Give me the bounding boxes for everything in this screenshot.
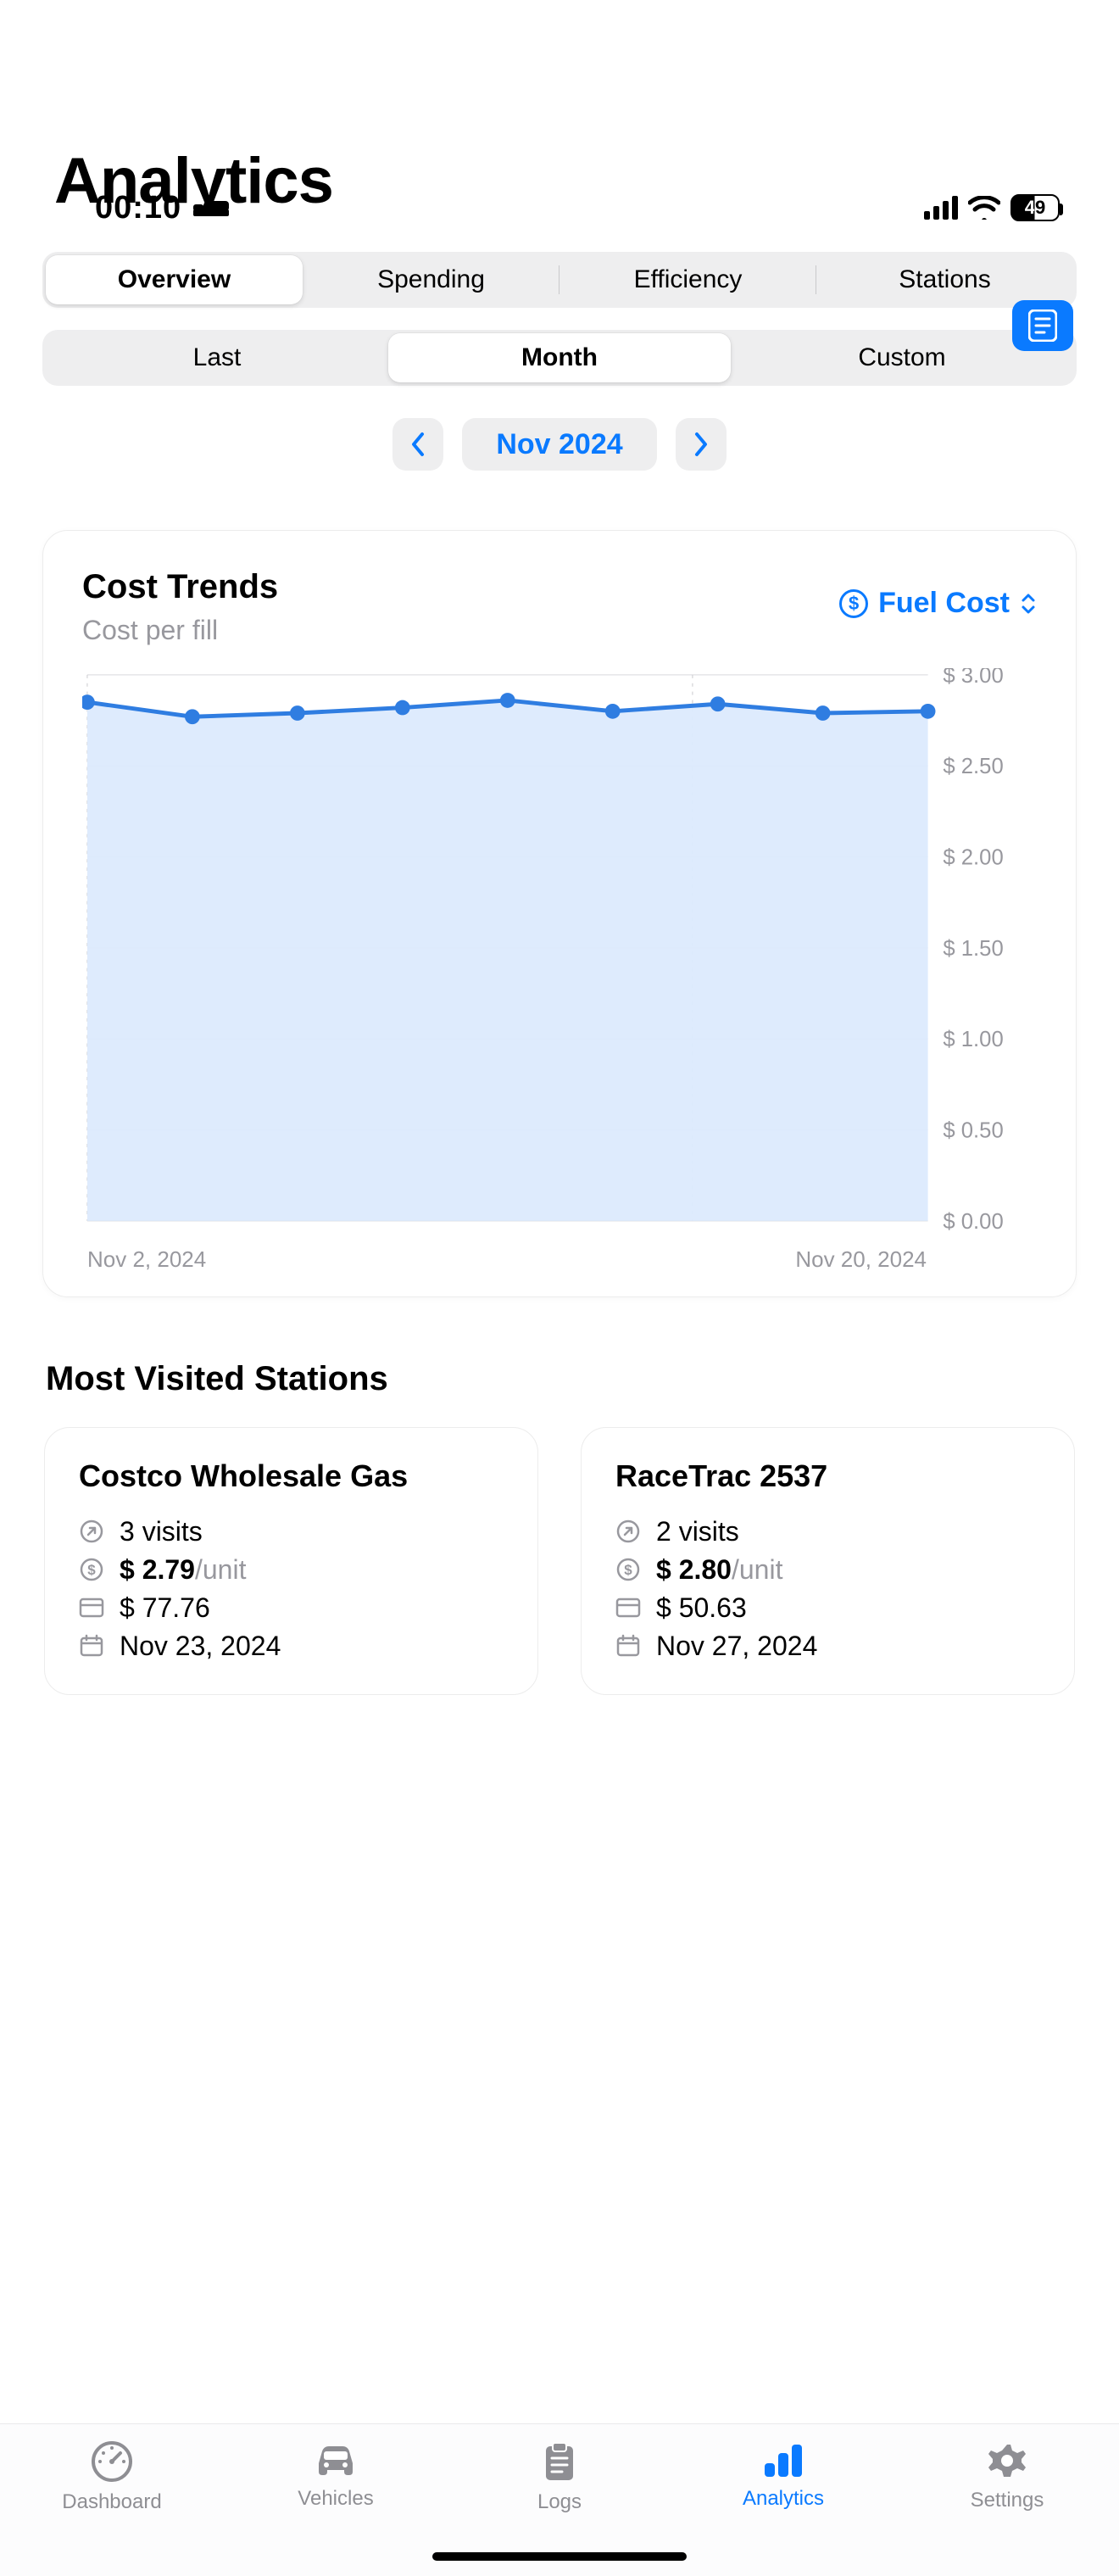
dollar-circle-icon: $ [839, 589, 868, 618]
wifi-icon [968, 196, 1000, 220]
station-unit-price: $ $ 2.80/unit [615, 1554, 1040, 1586]
chevron-right-icon [693, 432, 709, 457]
tab-analytics[interactable]: Analytics [671, 2439, 895, 2511]
station-price-value: $ 2.79 [120, 1554, 195, 1585]
bed-icon [193, 196, 229, 220]
tab-settings[interactable]: Settings [895, 2439, 1119, 2512]
cellular-icon [924, 196, 958, 220]
tab-efficiency[interactable]: Efficiency [560, 255, 816, 304]
cost-trends-subtitle: Cost per fill [82, 615, 278, 646]
station-date-value: Nov 27, 2024 [656, 1631, 817, 1662]
most-visited-title: Most Visited Stations [46, 1360, 1073, 1398]
dollar-circle-icon: $ [615, 1557, 641, 1582]
station-price-unit: /unit [195, 1554, 246, 1585]
tab-efficiency-label: Efficiency [634, 265, 743, 294]
status-right: 49 [924, 194, 1060, 221]
calendar-icon [79, 1634, 104, 1658]
gauge-icon [90, 2439, 134, 2484]
range-segmented-control[interactable]: Last Month Custom [42, 330, 1077, 386]
station-date: Nov 27, 2024 [615, 1631, 1040, 1662]
tab-label: Analytics [743, 2487, 824, 2511]
status-bar: 00:10 49 [0, 144, 1119, 271]
dollar-circle-icon: $ [79, 1557, 104, 1582]
station-total-value: $ 77.76 [120, 1592, 210, 1624]
svg-text:$ 1.50: $ 1.50 [943, 937, 1003, 961]
station-visits: 3 visits [79, 1516, 504, 1547]
tab-stations-label: Stations [899, 265, 990, 294]
station-price-value: $ 2.80 [656, 1554, 732, 1585]
period-next-button[interactable] [676, 418, 727, 471]
station-name: RaceTrac 2537 [615, 1458, 1040, 1494]
station-price-unit: /unit [732, 1554, 782, 1585]
svg-text:$ 2.00: $ 2.00 [943, 845, 1003, 869]
card-icon [615, 1597, 641, 1618]
period-prev-button[interactable] [392, 418, 443, 471]
svg-text:$ 0.50: $ 0.50 [943, 1118, 1003, 1142]
battery-icon: 49 [1010, 194, 1060, 221]
station-cards-row: Costco Wholesale Gas 3 visits $ $ 2.79/u… [0, 1427, 1119, 1695]
metric-selector[interactable]: $ Fuel Cost [839, 587, 1037, 620]
range-last-label: Last [193, 343, 242, 372]
tab-dashboard[interactable]: Dashboard [0, 2439, 224, 2514]
station-total: $ 50.63 [615, 1592, 1040, 1624]
calendar-icon [615, 1634, 641, 1658]
cost-trends-chart: $ 3.00 $ 2.50 $ 2.00 $ 1.50 $ 1.00 $ 0.50 $ 0.… [82, 668, 1037, 1273]
tab-vehicles[interactable]: Vehicles [224, 2439, 448, 2511]
home-indicator [432, 2552, 687, 2561]
x-axis-labels: Nov 2, 2024 Nov 20, 2024 [82, 1238, 1037, 1273]
station-unit-price: $ $ 2.79/unit [79, 1554, 504, 1586]
station-card[interactable]: Costco Wholesale Gas 3 visits $ $ 2.79/u… [44, 1427, 538, 1695]
station-visits: 2 visits [615, 1516, 1040, 1547]
range-month[interactable]: Month [388, 333, 731, 382]
station-total-value: $ 50.63 [656, 1592, 747, 1624]
updown-icon [1020, 593, 1037, 615]
arrow-circle-icon [79, 1519, 104, 1544]
battery-level: 49 [1012, 197, 1058, 219]
metric-label: Fuel Cost [878, 587, 1010, 620]
car-icon [312, 2439, 359, 2480]
svg-text:$: $ [624, 1562, 632, 1578]
arrow-circle-icon [615, 1519, 641, 1544]
range-last[interactable]: Last [46, 333, 388, 382]
station-card[interactable]: RaceTrac 2537 2 visits $ $ 2.80/unit $ 5… [581, 1427, 1075, 1695]
svg-text:$: $ [87, 1562, 96, 1578]
svg-text:$ 1.00: $ 1.00 [943, 1028, 1003, 1051]
svg-text:$ 2.50: $ 2.50 [943, 755, 1003, 778]
tab-logs[interactable]: Logs [448, 2439, 671, 2514]
clipboard-icon [541, 2439, 578, 2484]
gear-icon [986, 2439, 1028, 2482]
x-label-start: Nov 2, 2024 [87, 1246, 206, 1273]
period-picker: Nov 2024 [42, 418, 1077, 471]
station-total: $ 77.76 [79, 1592, 504, 1624]
tab-spending-label: Spending [377, 265, 485, 294]
station-date: Nov 23, 2024 [79, 1631, 504, 1662]
tab-spending[interactable]: Spending [303, 255, 560, 304]
station-visits-value: 3 visits [120, 1516, 203, 1547]
station-date-value: Nov 23, 2024 [120, 1631, 281, 1662]
cost-trends-title: Cost Trends [82, 568, 278, 606]
x-label-end: Nov 20, 2024 [795, 1246, 927, 1273]
station-name: Costco Wholesale Gas [79, 1458, 504, 1494]
tab-label: Logs [537, 2490, 582, 2514]
tab-overview[interactable]: Overview [46, 255, 303, 304]
tab-stations[interactable]: Stations [816, 255, 1073, 304]
status-time: 00:10 [95, 190, 181, 226]
tab-label: Vehicles [298, 2487, 373, 2511]
card-icon [79, 1597, 104, 1618]
period-label: Nov 2024 [496, 428, 622, 461]
status-left: 00:10 [95, 190, 229, 226]
period-label-button[interactable]: Nov 2024 [462, 418, 656, 471]
cost-trends-card: Cost Trends Cost per fill $ Fuel Cost $ … [42, 530, 1077, 1297]
station-visits-value: 2 visits [656, 1516, 739, 1547]
range-month-label: Month [521, 343, 598, 372]
chevron-left-icon [410, 432, 426, 457]
tab-overview-label: Overview [118, 265, 231, 294]
bars-icon [761, 2439, 805, 2480]
svg-text:$ 0.00: $ 0.00 [943, 1210, 1003, 1234]
range-custom-label: Custom [858, 343, 945, 372]
tab-label: Dashboard [62, 2490, 161, 2514]
tab-label: Settings [971, 2489, 1044, 2512]
range-custom[interactable]: Custom [731, 333, 1073, 382]
svg-text:$ 3.00: $ 3.00 [943, 668, 1003, 688]
